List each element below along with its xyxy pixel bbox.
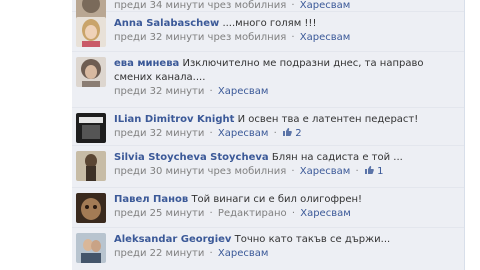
comment-meta: преди 34 минути чрез мобилния · Харесвам — [114, 0, 458, 12]
like-link[interactable]: Харесвам — [218, 128, 269, 139]
separator-dot: · — [209, 208, 213, 219]
comment-author[interactable]: Aleksandar Georgiev — [114, 234, 231, 245]
comment-meta: преди 32 минути · Харесвам · 2 — [114, 127, 458, 140]
separator-dot: · — [209, 248, 213, 259]
separator-dot: · — [291, 208, 296, 219]
separator-dot: · — [291, 0, 295, 11]
comment-meta: преди 22 минути · Харесвам — [114, 247, 458, 260]
comment-meta: преди 32 минути · Харесвам — [114, 85, 458, 98]
like-link[interactable]: Харесвам — [300, 32, 351, 43]
comment-meta: преди 30 минути чрез мобилния · Харесвам… — [114, 165, 458, 178]
comment-time[interactable]: преди 30 минути чрез мобилния — [114, 166, 286, 177]
comment-time[interactable]: преди 32 минути — [114, 128, 204, 139]
avatar[interactable] — [76, 57, 106, 87]
comment-item: Anna Salabaschew ....много голям !!! пре… — [72, 12, 464, 52]
comment-time[interactable]: преди 22 минути — [114, 248, 204, 259]
comment-meta: преди 32 минути чрез мобилния · Харесвам — [114, 31, 458, 44]
separator-dot: · — [209, 86, 213, 97]
comment-time[interactable]: преди 34 минути чрез мобилния — [114, 0, 286, 11]
like-link[interactable]: Харесвам — [218, 248, 269, 259]
avatar[interactable] — [76, 151, 106, 181]
thumbs-up-icon — [283, 128, 292, 136]
comment-text: Той винаги си е бил олигофрен! — [191, 194, 363, 205]
comment-item: Aleksandar Georgiev Точно като такъв се … — [72, 228, 464, 270]
comments-panel: преди 34 минути чрез мобилния · Харесвам… — [72, 0, 464, 270]
separator-dot: · — [355, 166, 359, 177]
like-count-value: 1 — [377, 166, 384, 177]
like-link[interactable]: Харесвам — [218, 86, 269, 97]
like-count[interactable]: 2 — [282, 128, 302, 139]
comment-author[interactable]: Silvia Stoycheva Stoycheva — [114, 152, 269, 163]
comment-author[interactable]: Anna Salabaschew — [114, 18, 219, 29]
like-link[interactable]: Харесвам — [300, 0, 351, 11]
avatar[interactable] — [76, 17, 106, 47]
comment-author[interactable]: ева минева — [114, 58, 179, 69]
comment-meta: преди 25 минути · Редактирано · Харесвам — [114, 207, 458, 220]
comment-author[interactable]: ILian Dimitrov Knight — [114, 114, 234, 125]
like-link[interactable]: Харесвам — [300, 208, 351, 219]
comment-item: ева минева Изключително ме подразни днес… — [72, 52, 464, 108]
comment-time[interactable]: преди 32 минути — [114, 86, 204, 97]
comment-text: ....много голям !!! — [222, 18, 317, 29]
comment-time[interactable]: преди 25 минути — [114, 208, 204, 219]
comment-item: ILian Dimitrov Knight И освен тва е лате… — [72, 108, 464, 146]
comment-author[interactable]: Павел Панов — [114, 194, 188, 205]
like-count-value: 2 — [295, 128, 302, 139]
comment-item: Silvia Stoycheva Stoycheva Блян на садис… — [72, 146, 464, 188]
comment-time[interactable]: преди 32 минути чрез мобилния — [114, 32, 286, 43]
comment-item: преди 34 минути чрез мобилния · Харесвам — [72, 0, 464, 26]
like-link[interactable]: Харесвам — [300, 166, 351, 177]
separator-dot: · — [273, 128, 277, 139]
comment-text: И освен тва е латентен педераст! — [237, 114, 419, 125]
avatar[interactable] — [76, 113, 106, 143]
avatar[interactable] — [76, 233, 106, 263]
avatar[interactable] — [76, 193, 106, 223]
separator-dot: · — [291, 166, 295, 177]
comment-text: Блян на садиста е той ... — [271, 152, 403, 163]
comment-item: Павел Панов Той винаги си е бил олигофре… — [72, 188, 464, 228]
separator-dot: · — [291, 32, 295, 43]
thumbs-up-icon — [364, 166, 374, 174]
panel-border — [464, 0, 465, 270]
like-count[interactable]: 1 — [364, 166, 384, 177]
separator-dot: · — [209, 128, 213, 139]
edited-label[interactable]: Редактирано — [218, 208, 287, 219]
comment-text: Точно като такъв се държи... — [234, 234, 391, 245]
